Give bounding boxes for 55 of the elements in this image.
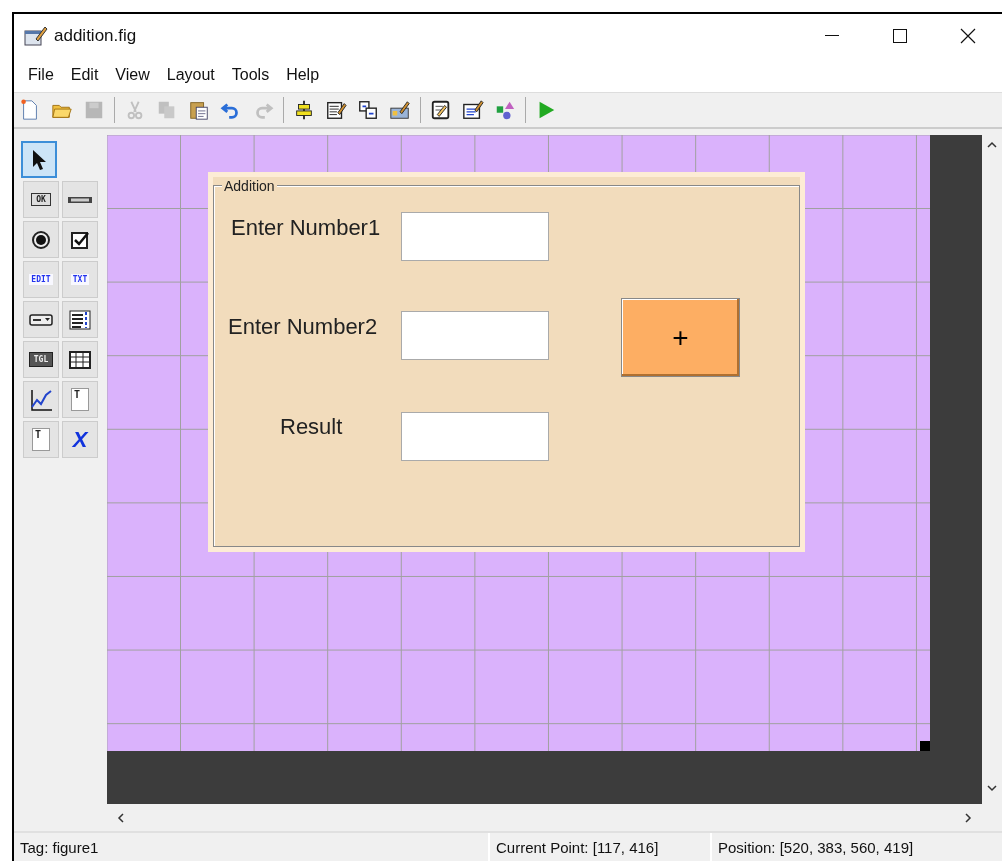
maximize-icon xyxy=(893,28,907,43)
radio-icon xyxy=(31,229,51,250)
button-group-tool[interactable]: T xyxy=(23,421,59,458)
close-icon xyxy=(960,27,976,44)
tool-button[interactable] xyxy=(62,341,98,378)
listbox-icon xyxy=(69,309,91,330)
toolbar-pencil-icon xyxy=(389,99,411,121)
tag-status: Tag: figure1 xyxy=(14,833,488,861)
menu-item[interactable]: Edit xyxy=(62,63,108,86)
popup-menu-icon xyxy=(29,313,53,326)
shapes-icon xyxy=(494,99,516,121)
menu-item[interactable]: Help xyxy=(278,63,329,86)
minimize-icon xyxy=(825,35,839,36)
tool-button[interactable] xyxy=(62,301,98,338)
tool-button[interactable] xyxy=(21,141,57,178)
table-icon xyxy=(69,350,91,369)
tab-order-icon xyxy=(357,99,379,121)
list-pencil-icon xyxy=(462,99,484,121)
axes-icon xyxy=(29,387,53,412)
input-field[interactable] xyxy=(401,311,549,360)
static-text-tool[interactable]: TXT xyxy=(62,261,98,298)
align-icon xyxy=(293,99,315,121)
menu-item[interactable]: Layout xyxy=(158,63,224,86)
tool-button[interactable] xyxy=(23,301,59,338)
field-label: Result xyxy=(280,414,343,440)
pointer-icon xyxy=(30,148,48,171)
tool-button[interactable] xyxy=(23,221,59,258)
edit-text-tool[interactable]: EDIT xyxy=(23,261,59,298)
field-label: Enter Number2 xyxy=(228,314,378,340)
checkbox-icon xyxy=(70,229,90,250)
position-status: Position: [520, 383, 560, 419] xyxy=(712,833,1002,861)
window-title: addition.fig xyxy=(54,25,138,46)
add-button[interactable]: + xyxy=(621,298,740,377)
slider-icon xyxy=(67,194,93,205)
clipboard-icon xyxy=(188,99,210,121)
toggle-button-tool[interactable]: TGL xyxy=(23,341,59,378)
activex-tool[interactable]: X xyxy=(62,421,98,458)
save-icon xyxy=(83,99,105,121)
input-field[interactable] xyxy=(401,212,549,261)
menu-item[interactable]: File xyxy=(20,63,63,86)
document-pencil-icon xyxy=(325,99,347,121)
tool-button[interactable] xyxy=(23,381,59,418)
panel-title: Addition xyxy=(222,178,277,194)
menu-item[interactable]: Tools xyxy=(223,63,279,86)
document-edit-icon xyxy=(430,99,452,121)
panel-tool[interactable]: T xyxy=(62,381,98,418)
input-field[interactable] xyxy=(401,412,549,461)
field-label: Enter Number1 xyxy=(231,215,381,241)
resize-handle[interactable] xyxy=(920,741,930,751)
tool-button[interactable] xyxy=(62,181,98,218)
figure-file-icon xyxy=(24,24,48,47)
menu-item[interactable]: View xyxy=(107,63,159,86)
push-button-tool[interactable]: OK xyxy=(23,181,59,218)
current-point-status: Current Point: [117, 416] xyxy=(490,833,710,861)
tool-button[interactable] xyxy=(62,221,98,258)
